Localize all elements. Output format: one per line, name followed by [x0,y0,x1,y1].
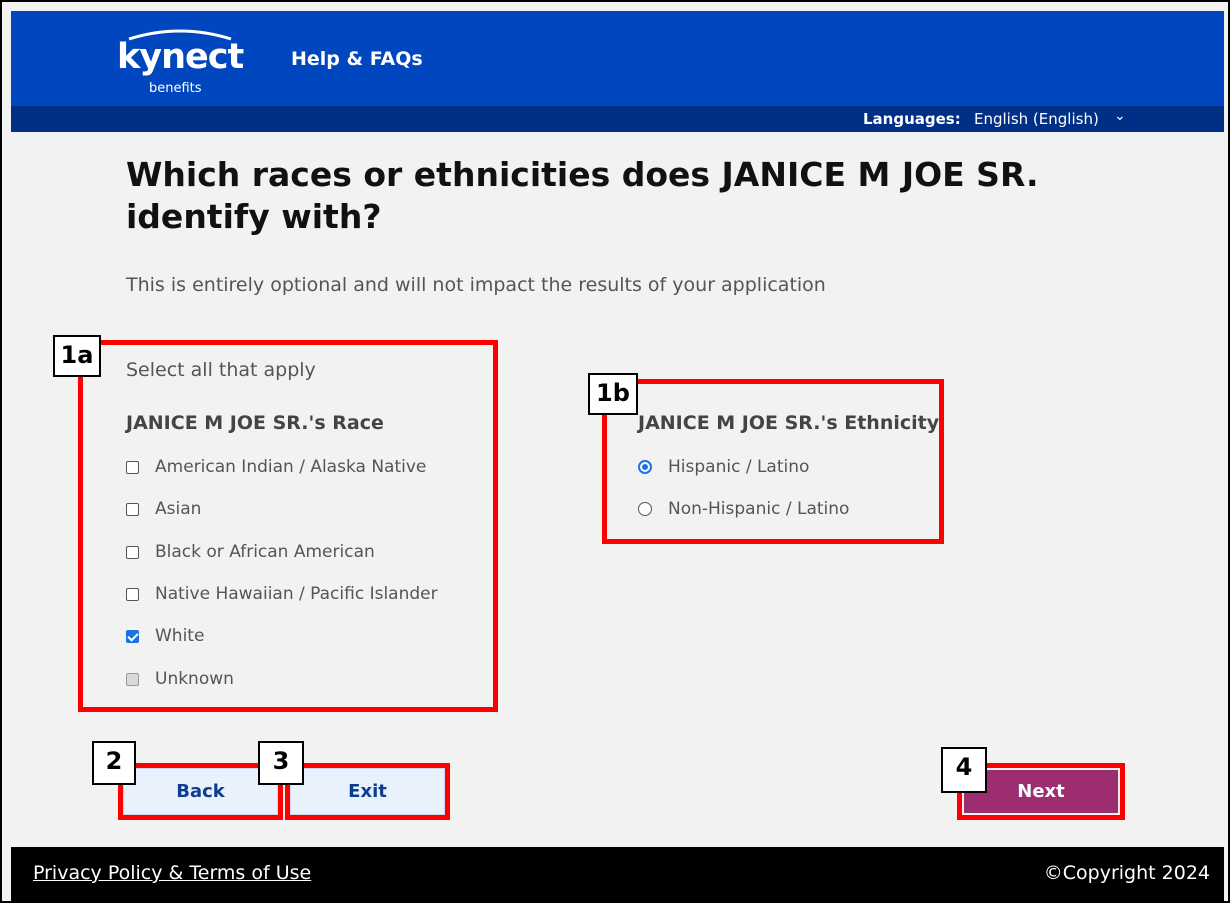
callout-label-3: 3 [258,741,304,785]
race-option[interactable]: Black or African American [126,539,375,565]
privacy-terms-link[interactable]: Privacy Policy & Terms of Use [33,862,311,884]
back-button[interactable]: Back [123,768,278,815]
language-select[interactable]: English (English) [974,110,1099,128]
callout-label-4: 4 [941,747,987,793]
ethnicity-option[interactable]: Non-Hispanic / Latino [638,496,849,522]
ethnicity-option[interactable]: Hispanic / Latino [638,454,809,480]
race-option[interactable]: Unknown [126,666,234,692]
callout-label-1a: 1a [53,335,101,377]
kynect-logo[interactable]: kynect benefits [117,27,247,96]
chevron-down-icon[interactable]: ⌄ [1114,108,1126,124]
copyright-text: ©Copyright 2024 [1043,862,1210,884]
language-bar: Languages: English (English) ⌄ [11,106,1224,132]
race-option[interactable]: Native Hawaiian / Pacific Islander [126,581,438,607]
logo-wordmark: kynect [117,37,244,77]
race-option[interactable]: White [126,623,204,649]
screenshot-frame: kynect benefits Help & FAQs Languages: E… [0,0,1230,903]
checkbox[interactable] [126,460,139,474]
checkbox[interactable] [126,545,139,559]
checkbox-checked[interactable] [126,629,139,643]
exit-button[interactable]: Exit [290,768,445,815]
radio[interactable] [638,502,652,516]
languages-label: Languages: [863,110,961,128]
page-title: Which races or ethnicities does JANICE M… [126,155,1039,236]
race-instruction: Select all that apply [126,359,316,381]
radio-selected[interactable] [638,460,652,474]
page-subtitle: This is entirely optional and will not i… [126,274,826,296]
race-option[interactable]: American Indian / Alaska Native [126,454,426,480]
callout-box-race [78,340,498,712]
race-option-label: White [155,626,205,646]
race-heading: JANICE M JOE SR.'s Race [126,412,384,434]
help-faqs-link[interactable]: Help & FAQs [291,48,423,70]
checkbox[interactable] [126,587,139,601]
race-option-label: American Indian / Alaska Native [155,457,427,477]
checkbox-disabled[interactable] [126,672,139,686]
ethnicity-heading: JANICE M JOE SR.'s Ethnicity [638,412,940,434]
checkbox[interactable] [126,502,139,516]
callout-label-2: 2 [92,741,136,785]
ethnicity-option-label: Non-Hispanic / Latino [668,499,850,519]
callout-label-1b: 1b [588,373,638,415]
race-option-label: Asian [155,499,202,519]
site-header: kynect benefits Help & FAQs [11,11,1224,106]
logo-subtitle: benefits [149,81,202,96]
ethnicity-option-label: Hispanic / Latino [668,457,810,477]
next-button[interactable]: Next [964,770,1118,813]
site-footer: Privacy Policy & Terms of Use ©Copyright… [11,847,1224,901]
race-option-label: Native Hawaiian / Pacific Islander [155,584,438,604]
race-option-label: Black or African American [155,542,375,562]
race-option-label: Unknown [155,669,234,689]
race-option[interactable]: Asian [126,496,201,522]
